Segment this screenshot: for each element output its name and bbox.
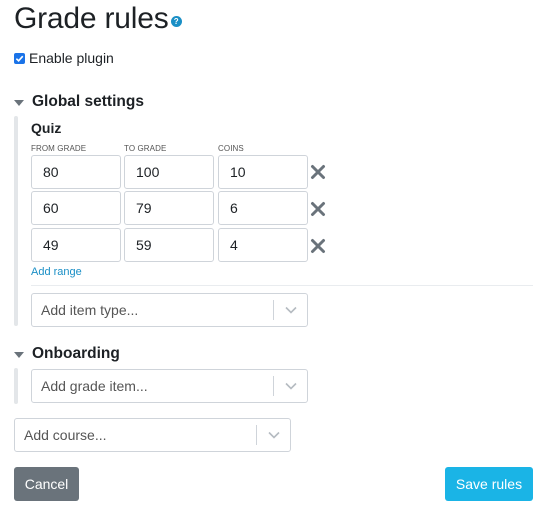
to-grade-input[interactable]	[124, 191, 214, 225]
add-course-placeholder: Add course...	[24, 427, 107, 443]
caret-down-icon[interactable]	[14, 99, 24, 106]
cancel-button[interactable]: Cancel	[14, 467, 79, 501]
enable-plugin-checkbox-row[interactable]: Enable plugin	[14, 50, 114, 66]
from-grade-input[interactable]	[31, 228, 121, 262]
caret-down-icon[interactable]	[14, 351, 24, 358]
from-grade-input[interactable]	[31, 191, 121, 225]
coins-input[interactable]	[218, 228, 308, 262]
global-settings-heading: Global settings	[32, 93, 144, 110]
onboarding-indent-bar	[14, 368, 18, 404]
chevron-down-icon[interactable]	[274, 306, 307, 314]
from-grade-input[interactable]	[31, 155, 121, 189]
remove-range-icon[interactable]	[310, 164, 326, 180]
save-rules-button[interactable]: Save rules	[445, 467, 533, 501]
add-item-type-placeholder: Add item type...	[41, 302, 139, 318]
onboarding-header[interactable]: Onboarding	[14, 345, 120, 363]
coins-input[interactable]	[218, 191, 308, 225]
enable-plugin-label: Enable plugin	[29, 50, 114, 66]
chevron-down-icon[interactable]	[257, 431, 290, 439]
to-grade-input[interactable]	[124, 228, 214, 262]
to-grade-input[interactable]	[124, 155, 214, 189]
add-item-type-select[interactable]: Add item type...	[31, 293, 308, 327]
onboarding-heading: Onboarding	[32, 345, 120, 362]
coins-column-header: COINS	[218, 144, 244, 153]
remove-range-icon[interactable]	[310, 201, 326, 217]
add-range-link[interactable]: Add range	[31, 266, 82, 278]
to-grade-column-header: TO GRADE	[124, 144, 167, 153]
divider	[31, 285, 533, 286]
coins-input[interactable]	[218, 155, 308, 189]
page-title: Grade rules ?	[14, 2, 182, 36]
global-settings-indent-bar	[14, 116, 18, 326]
from-grade-column-header: FROM GRADE	[31, 144, 87, 153]
page-title-text: Grade rules	[14, 2, 169, 35]
remove-range-icon[interactable]	[310, 238, 326, 254]
add-course-select[interactable]: Add course...	[14, 418, 291, 452]
add-grade-item-placeholder: Add grade item...	[41, 378, 148, 394]
question-circle-icon[interactable]: ?	[170, 16, 182, 27]
enable-plugin-checkbox[interactable]	[14, 52, 25, 64]
add-grade-item-select[interactable]: Add grade item...	[31, 369, 308, 403]
global-settings-header[interactable]: Global settings	[14, 93, 144, 111]
chevron-down-icon[interactable]	[274, 382, 307, 390]
quiz-label: Quiz	[31, 120, 62, 136]
